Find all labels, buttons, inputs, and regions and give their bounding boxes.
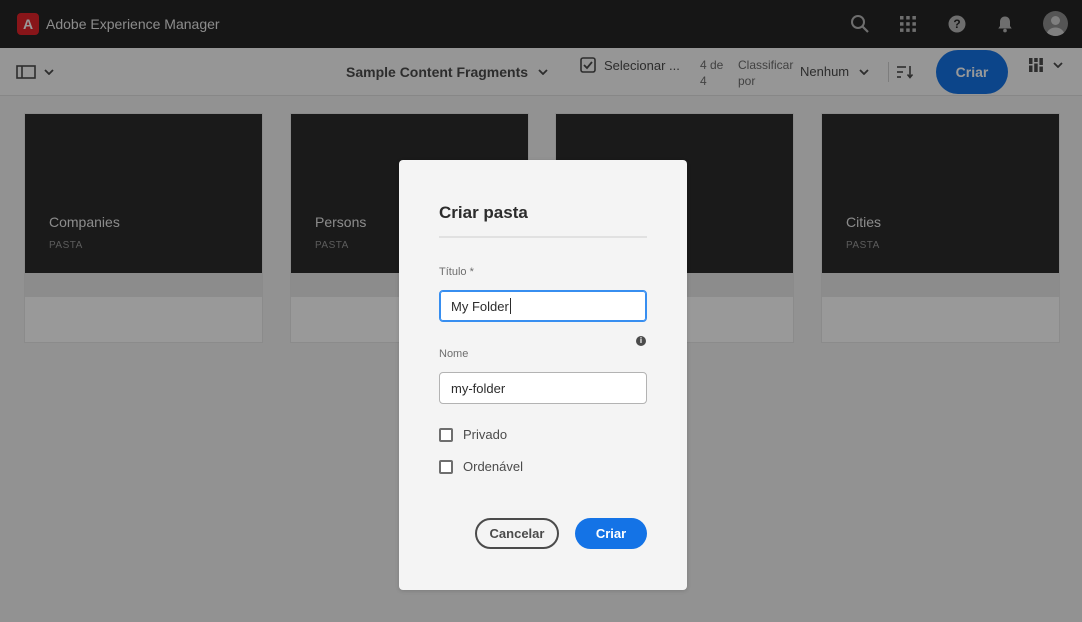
private-checkbox[interactable]: Privado <box>439 427 507 442</box>
info-icon[interactable]: i <box>636 336 646 346</box>
orderable-label: Ordenável <box>463 459 523 474</box>
name-field-label: Nome <box>439 348 469 360</box>
title-field-label: Título * <box>439 266 474 278</box>
title-input-value: My Folder <box>451 298 509 314</box>
create-confirm-button[interactable]: Criar <box>575 518 647 549</box>
title-input[interactable]: My Folder <box>439 290 647 322</box>
dialog-title: Criar pasta <box>439 203 528 222</box>
checkbox-box[interactable] <box>439 459 453 474</box>
dialog-divider <box>439 236 647 238</box>
orderable-checkbox[interactable]: Ordenável <box>439 459 523 474</box>
private-label: Privado <box>463 427 508 442</box>
cancel-button[interactable]: Cancelar <box>475 518 559 549</box>
create-folder-dialog: Criar pasta Título * My Folder i Nome my… <box>399 160 687 590</box>
name-input[interactable]: my-folder <box>439 372 647 404</box>
text-caret <box>509 298 511 314</box>
checkbox-box[interactable] <box>439 427 453 442</box>
name-input-value: my-folder <box>451 380 506 396</box>
